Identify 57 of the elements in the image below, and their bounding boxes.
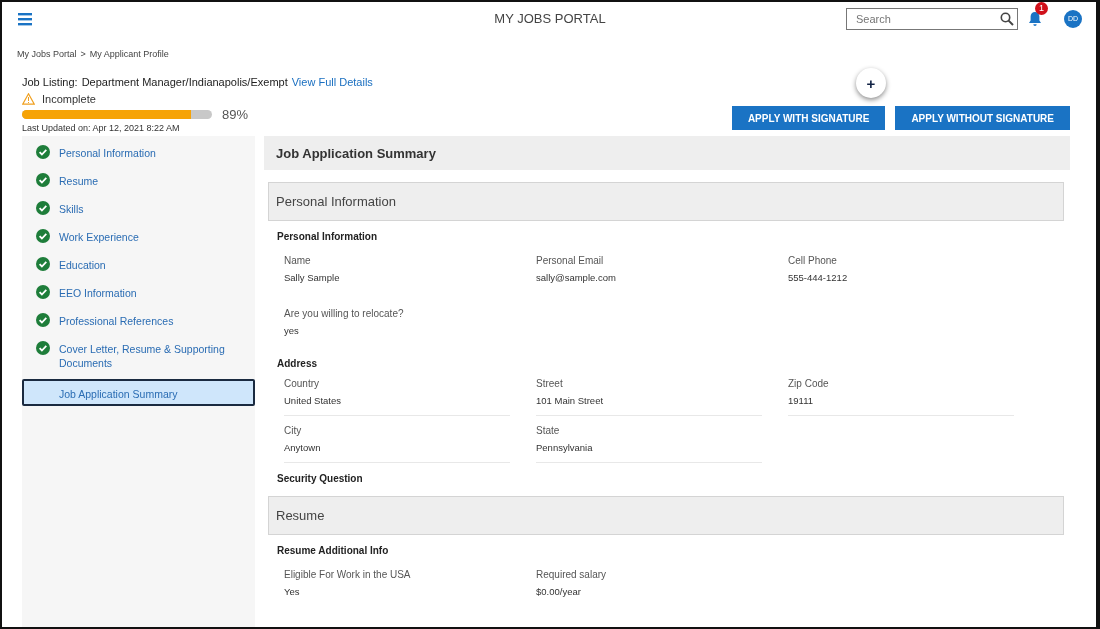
group-heading: Address bbox=[277, 358, 318, 369]
field-value: $0.00/year bbox=[536, 586, 582, 597]
field-value: Yes bbox=[284, 586, 301, 597]
progress-percent: 89% bbox=[222, 107, 249, 122]
section-title: Personal Information bbox=[276, 194, 396, 209]
field-label: Eligible For Work in the USA bbox=[284, 569, 412, 580]
field-value: 555-444-1212 bbox=[788, 272, 849, 283]
field-value: Sally Sample bbox=[284, 272, 341, 283]
search-field[interactable]: Search bbox=[846, 7, 1018, 30]
field-label: Street bbox=[536, 378, 564, 389]
field-label: City bbox=[284, 425, 303, 436]
field-value: United States bbox=[284, 395, 343, 406]
group-heading: Security Question bbox=[277, 473, 364, 484]
field-label: Required salary bbox=[536, 569, 608, 580]
breadcrumb-link[interactable]: My Applicant Profile bbox=[89, 49, 169, 59]
search-icon[interactable] bbox=[1000, 11, 1014, 26]
bell-icon[interactable] bbox=[1028, 10, 1042, 27]
warning-icon bbox=[22, 93, 35, 105]
breadcrumb-link[interactable]: My Jobs Portal bbox=[17, 49, 77, 59]
sidebar-item[interactable]: Professional References bbox=[22, 306, 255, 333]
sidebar-item[interactable]: EEO Information bbox=[22, 278, 255, 305]
field-value: Anytown bbox=[284, 442, 322, 453]
sidebar-item[interactable]: Resume bbox=[22, 166, 255, 193]
menu-icon[interactable] bbox=[18, 11, 32, 26]
field-value: sally@sample.com bbox=[536, 272, 617, 283]
breadcrumb-separator: > bbox=[80, 49, 86, 59]
group-heading: Personal Information bbox=[277, 231, 378, 242]
sidebar-item[interactable]: Skills bbox=[22, 194, 255, 221]
section-title: Resume bbox=[276, 508, 325, 523]
apply-button[interactable]: APPLY WITHOUT SIGNATURE bbox=[895, 106, 1070, 130]
field-label: Zip Code bbox=[788, 378, 830, 389]
job-listing-title: Department Manager/Indianapolis/Exempt bbox=[81, 76, 288, 88]
field-label: State bbox=[536, 425, 561, 436]
last-updated-text: Last Updated on: Apr 12, 2021 8:22 AM bbox=[22, 123, 181, 133]
field-value: yes bbox=[284, 325, 300, 336]
add-button[interactable]: + bbox=[855, 68, 886, 98]
sidebar-item[interactable]: Cover Letter, Resume & Supporting Documents bbox=[22, 334, 255, 375]
group-heading: Resume Additional Info bbox=[277, 545, 390, 556]
field-value: Pennsylvania bbox=[536, 442, 594, 453]
view-details-link[interactable]: View Full Details bbox=[291, 76, 373, 88]
status-text: Incomplete bbox=[42, 93, 96, 105]
field-label: Country bbox=[284, 378, 320, 389]
field-label: Personal Email bbox=[536, 255, 605, 266]
app-title: MY JOBS PORTAL bbox=[494, 11, 606, 26]
sidebar-item[interactable]: Personal Information bbox=[22, 138, 255, 165]
field-label: Are you willing to relocate? bbox=[284, 308, 405, 319]
field-label: Name bbox=[284, 255, 312, 266]
sidebar-item[interactable]: Work Experience bbox=[22, 222, 255, 249]
summary-title: Job Application Summary bbox=[276, 145, 436, 161]
sidebar-item[interactable]: Education bbox=[22, 250, 255, 277]
apply-button[interactable]: APPLY WITH SIGNATURE bbox=[731, 106, 886, 130]
field-value: 101 Main Street bbox=[536, 395, 605, 406]
job-listing-label: Job Listing: bbox=[22, 76, 78, 88]
field-label: Cell Phone bbox=[788, 255, 838, 266]
notification-badge: 1 bbox=[1035, 2, 1048, 15]
field-value: 19111 bbox=[788, 395, 814, 406]
sidebar-item[interactable]: Job Application Summary bbox=[22, 379, 255, 406]
